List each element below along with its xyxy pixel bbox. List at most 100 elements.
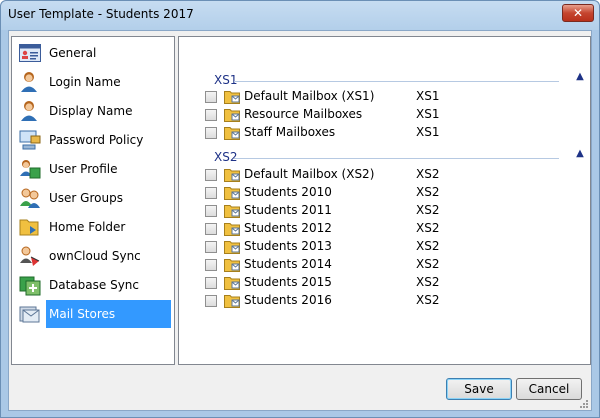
nav-item-general[interactable]: General <box>18 39 171 67</box>
mailbox-server: XS2 <box>416 203 440 217</box>
title-bar[interactable]: User Template - Students 2017 ✕ <box>1 1 599 30</box>
mailbox-name: Students 2010 <box>244 185 332 199</box>
group-header-xs2[interactable]: XS2 ▲ <box>214 148 584 164</box>
group-title: XS1 <box>214 73 238 87</box>
mailbox-checkbox[interactable] <box>205 91 217 103</box>
nav-item-label: ownCloud Sync <box>49 249 141 263</box>
mailbox-server: XS2 <box>416 185 440 199</box>
list-item: Students 2015 XS2 <box>205 274 565 292</box>
nav-item-database-sync[interactable]: Database Sync <box>18 271 171 299</box>
mailbox-checkbox[interactable] <box>205 205 217 217</box>
nav-item-label: Display Name <box>49 104 133 118</box>
owncloud-sync-icon <box>18 244 42 268</box>
mailbox-name: Students 2013 <box>244 239 332 253</box>
mailbox-checkbox[interactable] <box>205 223 217 235</box>
mailbox-name: Resource Mailboxes <box>244 107 363 121</box>
nav-item-user-profile[interactable]: User Profile <box>18 155 171 183</box>
nav-item-label: Mail Stores <box>46 300 171 328</box>
folder-mailbox-icon <box>224 275 240 290</box>
folder-mailbox-icon <box>224 167 240 182</box>
nav-item-owncloud-sync[interactable]: ownCloud Sync <box>18 242 171 270</box>
user-groups-icon <box>18 186 42 210</box>
mail-stores-panel: XS1 ▲ Default Mailbox (XS1) XS1 Resource… <box>178 36 591 365</box>
nav-item-label: Home Folder <box>49 220 126 234</box>
folder-mailbox-icon <box>224 107 240 122</box>
mailbox-server: XS1 <box>416 89 440 103</box>
group-divider <box>234 81 559 82</box>
folder-mailbox-icon <box>224 89 240 104</box>
mailbox-server: XS2 <box>416 257 440 271</box>
user-display-icon <box>18 99 42 123</box>
group-title: XS2 <box>214 150 238 164</box>
mailbox-server: XS2 <box>416 167 440 181</box>
folder-mailbox-icon <box>224 257 240 272</box>
mailbox-name: Students 2014 <box>244 257 332 271</box>
mailbox-name: Students 2016 <box>244 293 332 307</box>
mailbox-checkbox[interactable] <box>205 295 217 307</box>
nav-item-label: User Profile <box>49 162 118 176</box>
nav-item-home-folder[interactable]: Home Folder <box>18 213 171 241</box>
mailbox-server: XS2 <box>416 293 440 307</box>
dialog-window: User Template - Students 2017 ✕ General … <box>0 0 600 418</box>
mailbox-server: XS1 <box>416 107 440 121</box>
dialog-body: General Login Name Display Name Password… <box>8 30 592 411</box>
close-button[interactable]: ✕ <box>562 4 594 22</box>
mailbox-name: Staff Mailboxes <box>244 125 336 139</box>
mailbox-name: Students 2015 <box>244 275 332 289</box>
mailbox-name: Default Mailbox (XS2) <box>244 167 375 181</box>
chevron-up-icon[interactable]: ▲ <box>574 71 586 83</box>
nav-item-label: Login Name <box>49 75 121 89</box>
folder-mailbox-icon <box>224 239 240 254</box>
list-item: Resource Mailboxes XS1 <box>205 106 565 124</box>
cancel-button[interactable]: Cancel <box>516 378 582 400</box>
mailbox-server: XS2 <box>416 239 440 253</box>
password-policy-icon <box>18 128 42 152</box>
chevron-up-icon[interactable]: ▲ <box>574 148 586 160</box>
mailbox-checkbox[interactable] <box>205 127 217 139</box>
folder-mailbox-icon <box>224 293 240 308</box>
mailbox-server: XS2 <box>416 221 440 235</box>
user-login-icon <box>18 70 42 94</box>
window-title: User Template - Students 2017 <box>8 7 194 21</box>
folder-mailbox-icon <box>224 185 240 200</box>
list-item: Staff Mailboxes XS1 <box>205 124 565 142</box>
folder-mailbox-icon <box>224 125 240 140</box>
mailbox-name: Students 2012 <box>244 221 332 235</box>
home-folder-icon <box>18 215 42 239</box>
group-header-xs1[interactable]: XS1 ▲ <box>214 71 584 87</box>
mailbox-server: XS2 <box>416 275 440 289</box>
user-profile-icon <box>18 157 42 181</box>
save-button[interactable]: Save <box>446 378 512 400</box>
list-item: Default Mailbox (XS1) XS1 <box>205 88 565 106</box>
nav-item-label: User Groups <box>49 191 123 205</box>
list-item: Students 2010 XS2 <box>205 184 565 202</box>
mailbox-server: XS1 <box>416 125 440 139</box>
mailbox-checkbox[interactable] <box>205 241 217 253</box>
mailbox-checkbox[interactable] <box>205 109 217 121</box>
mailbox-checkbox[interactable] <box>205 169 217 181</box>
database-sync-icon <box>18 273 42 297</box>
nav-item-password-policy[interactable]: Password Policy <box>18 126 171 154</box>
nav-item-label: General <box>49 46 97 60</box>
nav-item-user-groups[interactable]: User Groups <box>18 184 171 212</box>
nav-item-label: Database Sync <box>49 278 139 292</box>
mail-stores-icon <box>18 302 42 326</box>
mailbox-name: Default Mailbox (XS1) <box>244 89 375 103</box>
nav-item-display-name[interactable]: Display Name <box>18 97 171 125</box>
mailbox-name: Students 2011 <box>244 203 332 217</box>
resize-grip-icon[interactable] <box>579 398 589 408</box>
mailbox-checkbox[interactable] <box>205 259 217 271</box>
list-item: Students 2014 XS2 <box>205 256 565 274</box>
list-item: Students 2013 XS2 <box>205 238 565 256</box>
nav-item-label: Password Policy <box>49 133 144 147</box>
mailbox-checkbox[interactable] <box>205 277 217 289</box>
list-item: Students 2012 XS2 <box>205 220 565 238</box>
nav-item-login-name[interactable]: Login Name <box>18 68 171 96</box>
nav-item-mail-stores[interactable]: Mail Stores <box>18 300 171 328</box>
folder-mailbox-icon <box>224 203 240 218</box>
list-item: Students 2016 XS2 <box>205 292 565 310</box>
mailbox-checkbox[interactable] <box>205 187 217 199</box>
group-divider <box>234 158 559 159</box>
list-item: Default Mailbox (XS2) XS2 <box>205 166 565 184</box>
category-list: General Login Name Display Name Password… <box>11 36 175 365</box>
